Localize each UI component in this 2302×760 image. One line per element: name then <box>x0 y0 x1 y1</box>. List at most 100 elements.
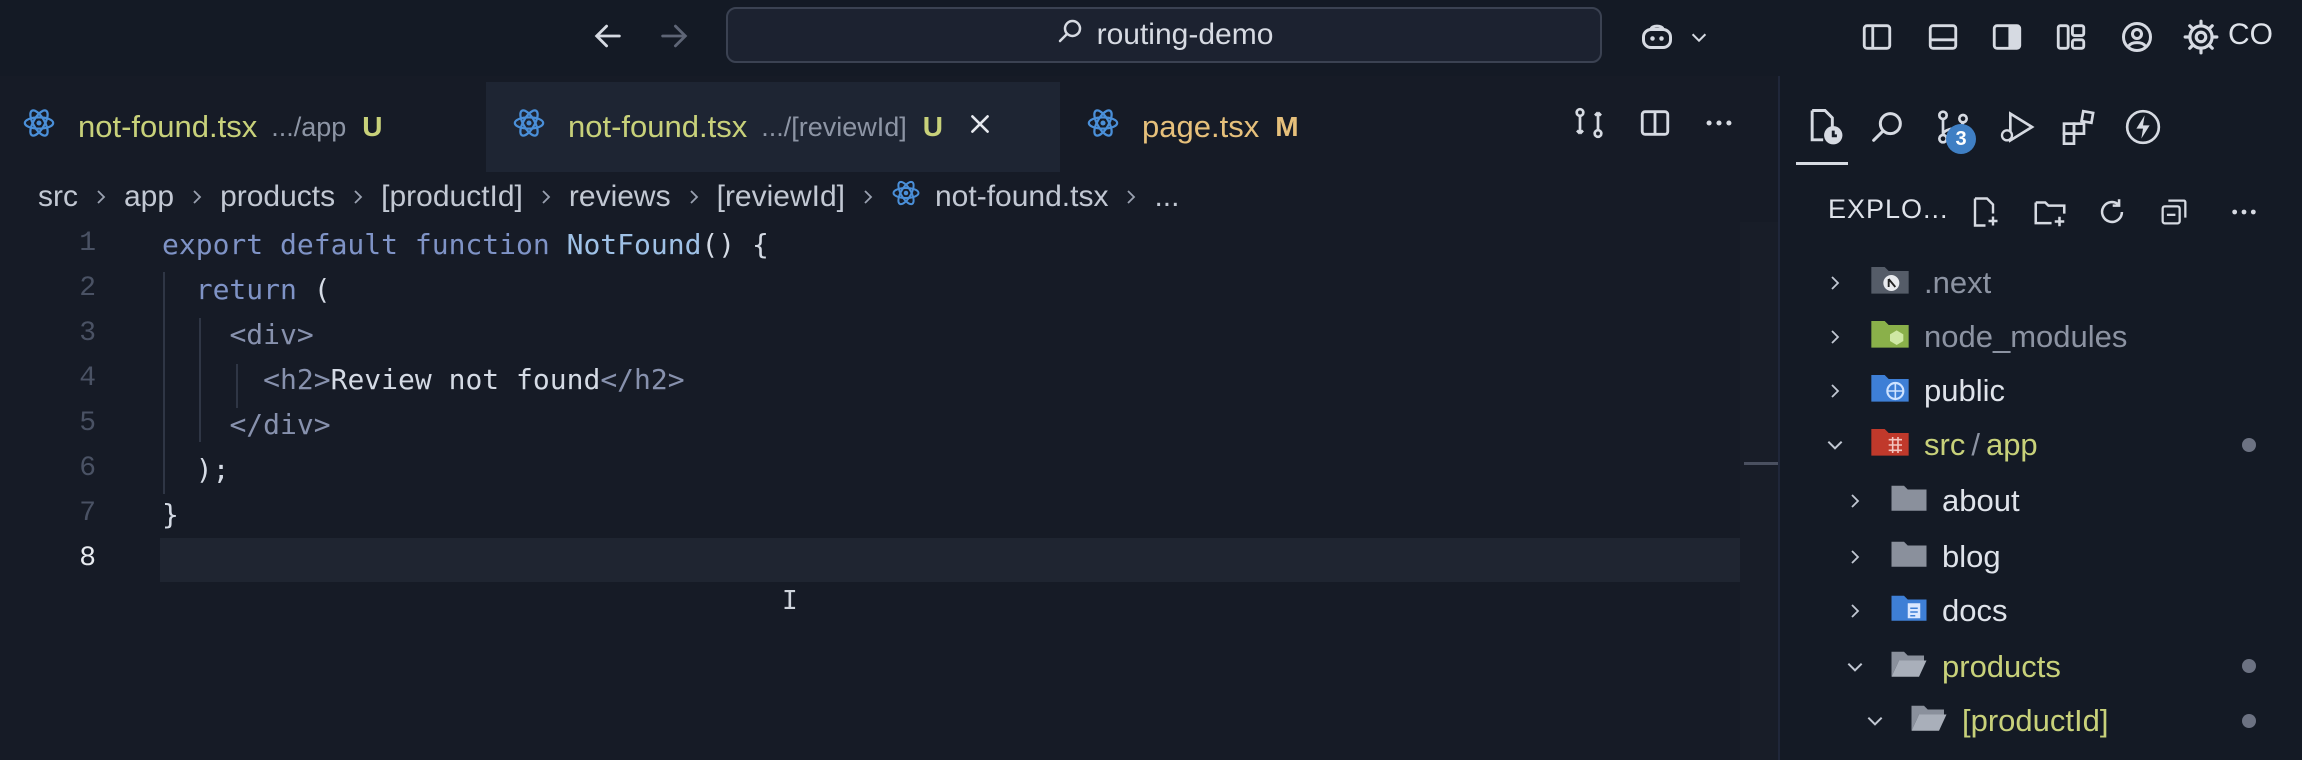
customize-layout-icon[interactable] <box>2048 14 2094 60</box>
close-icon[interactable] <box>967 109 993 145</box>
chevron-right-icon <box>188 180 206 214</box>
tree-item-label: src <box>1924 427 1966 462</box>
new-file-icon[interactable] <box>1962 190 2006 234</box>
mouse-ibeam-cursor-icon: I <box>782 586 798 616</box>
command-center-search[interactable]: routing-demo <box>726 7 1602 63</box>
line-number: 3 <box>79 318 96 349</box>
new-folder-icon[interactable] <box>2028 190 2072 234</box>
chevron-right-icon <box>1820 382 1850 400</box>
explorer-timeline-icon[interactable] <box>1798 100 1852 154</box>
tree-item-blog[interactable]: blog <box>1840 530 2001 584</box>
search-text: routing-demo <box>1096 18 1274 51</box>
gear-icon[interactable] <box>2178 14 2224 60</box>
extensions-icon[interactable] <box>2052 100 2106 154</box>
line-number: 4 <box>79 363 96 394</box>
account-label[interactable]: CO <box>2228 18 2273 52</box>
tab-path: .../[reviewId] <box>761 111 907 142</box>
line-number: 5 <box>79 408 96 439</box>
breadcrumb-item[interactable]: [productId] <box>381 180 523 214</box>
tree-item-docs[interactable]: docs <box>1840 584 2007 638</box>
tree-item-label: blog <box>1942 539 2001 574</box>
toggle-panel-icon[interactable] <box>1920 14 1966 60</box>
breadcrumb-item[interactable]: [reviewId] <box>717 180 845 214</box>
tree-item-label: [productId] <box>1962 703 2109 738</box>
nextjs-folder-icon <box>1870 263 1910 303</box>
breadcrumb-item[interactable]: reviews <box>569 180 671 214</box>
breadcrumb-item[interactable]: app <box>124 180 174 214</box>
tree-item-about[interactable]: about <box>1840 474 2020 528</box>
code-line[interactable]: <div> <box>162 318 313 351</box>
breadcrumb-item[interactable]: products <box>220 180 335 214</box>
more-actions-icon[interactable] <box>2222 190 2266 234</box>
code-line[interactable]: return ( <box>162 273 331 306</box>
tree-item-productid[interactable]: [productId] <box>1860 694 2108 748</box>
modified-dot <box>2242 438 2256 452</box>
code-line[interactable]: </div> <box>162 408 330 441</box>
tree-item-next[interactable]: .next <box>1820 256 1991 310</box>
copilot-icon[interactable] <box>1634 14 1680 60</box>
chevron-right-icon <box>1840 492 1870 510</box>
refresh-icon[interactable] <box>2090 190 2134 234</box>
chevron-right-icon <box>1122 180 1140 214</box>
toggle-secondary-sidebar-icon[interactable] <box>1984 14 2030 60</box>
lightning-icon[interactable] <box>2116 100 2170 154</box>
folder-icon <box>1890 482 1928 520</box>
tree-item-label: .next <box>1924 265 1992 300</box>
tab-path: .../app <box>271 111 347 142</box>
scrollbar-marker <box>1744 462 1778 465</box>
react-icon <box>512 106 546 148</box>
active-view-indicator <box>1796 162 1848 165</box>
path-separator: / <box>1971 427 1980 462</box>
folder-open-icon <box>1910 702 1948 740</box>
forward-arrow-icon[interactable] <box>652 14 696 58</box>
git-status-badge: U <box>922 111 943 142</box>
react-icon <box>891 178 921 216</box>
tree-item-src-app[interactable]: src / app <box>1820 418 2038 472</box>
tab-not-found-app[interactable]: not-found.tsx .../app U <box>22 82 383 172</box>
chevron-right-icon <box>859 180 877 214</box>
tab-label: not-found.tsx <box>78 109 258 144</box>
chevron-down-icon <box>1820 435 1850 455</box>
react-icon <box>22 106 56 148</box>
breadcrumb-item[interactable]: not-found.tsx <box>935 180 1108 214</box>
tree-item-products[interactable]: products <box>1840 640 2061 694</box>
account-icon[interactable] <box>2114 14 2160 60</box>
docs-folder-icon <box>1890 592 1928 630</box>
tree-item-label: products <box>1942 649 2061 684</box>
line-number: 6 <box>79 453 96 484</box>
tree-item-label: node_modules <box>1924 319 2128 354</box>
search-icon[interactable] <box>1860 100 1914 154</box>
line-number: 1 <box>79 228 96 259</box>
tab-page[interactable]: page.tsx M <box>1086 82 1299 172</box>
code-line[interactable]: ); <box>162 453 230 486</box>
modified-dot <box>2242 659 2256 673</box>
run-debug-icon[interactable] <box>1990 100 2044 154</box>
tab-label: page.tsx <box>1142 109 1260 144</box>
toggle-primary-sidebar-icon[interactable] <box>1854 14 1900 60</box>
chevron-right-icon <box>1840 548 1870 566</box>
folder-open-icon <box>1890 648 1928 686</box>
editor-scrollbar[interactable] <box>1740 222 1778 760</box>
open-changes-icon[interactable] <box>1564 98 1614 148</box>
breadcrumb-item[interactable]: src <box>38 180 78 214</box>
explorer-title: EXPLO... <box>1828 194 1949 224</box>
code-line[interactable]: export default function NotFound() { <box>162 228 769 261</box>
collapse-all-icon[interactable] <box>2152 190 2196 234</box>
back-arrow-icon[interactable] <box>586 14 630 58</box>
code-line[interactable]: } <box>162 498 179 531</box>
tab-label: not-found.tsx <box>568 109 748 144</box>
code-line[interactable]: <h2>Review not found</h2> <box>162 363 684 396</box>
tab-not-found-reviewid[interactable]: not-found.tsx .../[reviewId] U <box>486 82 1060 172</box>
tree-item-node-modules[interactable]: node_modules <box>1820 310 2127 364</box>
search-icon <box>1055 16 1085 54</box>
chevron-down-icon[interactable] <box>1676 14 1722 60</box>
line-number: 7 <box>79 498 96 529</box>
tree-item-label-secondary: app <box>1985 427 2038 462</box>
chevron-right-icon <box>1820 328 1850 346</box>
split-editor-icon[interactable] <box>1630 98 1680 148</box>
chevron-right-icon <box>537 180 555 214</box>
more-actions-icon[interactable] <box>1694 98 1744 148</box>
breadcrumb-item[interactable]: ... <box>1154 180 1179 214</box>
node-folder-icon <box>1870 317 1910 357</box>
tree-item-public[interactable]: public <box>1820 364 2005 418</box>
